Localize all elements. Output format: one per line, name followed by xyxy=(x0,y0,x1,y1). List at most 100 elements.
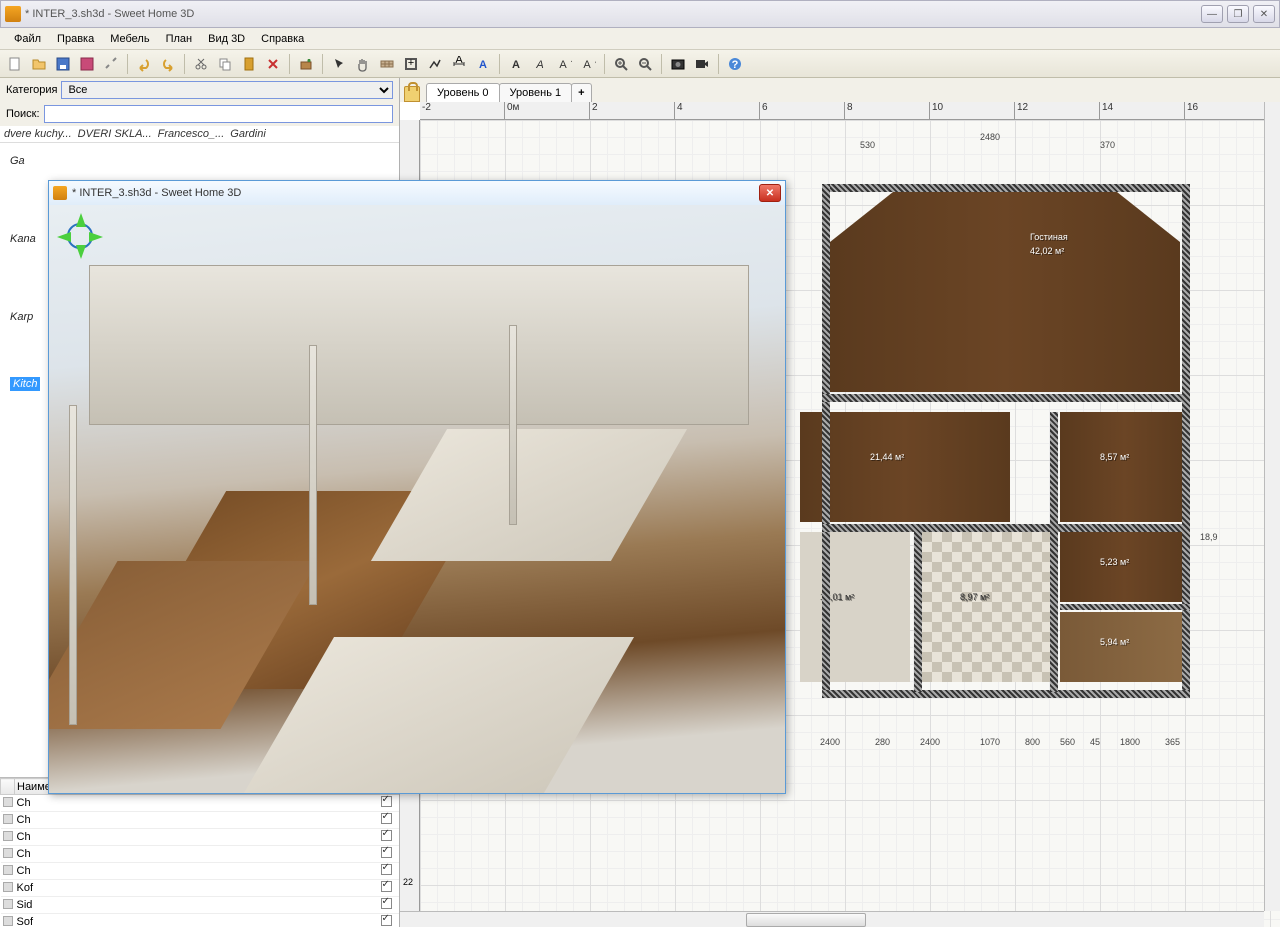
visibility-checkbox[interactable] xyxy=(381,813,392,824)
dimension-tool-icon[interactable]: A xyxy=(448,53,470,75)
room-area: 5,94 м² xyxy=(1100,637,1129,647)
scroll-thumb[interactable] xyxy=(746,913,866,927)
minimize-button[interactable]: — xyxy=(1201,5,1223,23)
video-icon[interactable] xyxy=(691,53,713,75)
room[interactable] xyxy=(1060,412,1190,522)
maximize-button[interactable]: ❐ xyxy=(1227,5,1249,23)
open-file-icon[interactable] xyxy=(28,53,50,75)
tab-level-0[interactable]: Уровень 0 xyxy=(426,83,500,102)
preferences-icon[interactable] xyxy=(100,53,122,75)
delete-icon[interactable] xyxy=(262,53,284,75)
catalog-breadcrumb: dvere kuchy... DVERI SKLA... Francesco_.… xyxy=(0,126,399,143)
room[interactable] xyxy=(1060,532,1190,602)
floor-plan[interactable]: 530 2480 370 Гостиная 42,02 м² 21,44 м² … xyxy=(800,132,1210,762)
level-tabs: Уровень 0 Уровень 1 + xyxy=(400,78,1280,102)
wall-tool-icon[interactable] xyxy=(376,53,398,75)
svg-text:▲: ▲ xyxy=(569,56,572,65)
scrollbar-horizontal[interactable] xyxy=(400,911,1264,927)
visibility-checkbox[interactable] xyxy=(381,898,392,909)
save-icon[interactable] xyxy=(52,53,74,75)
view-3d-canvas[interactable] xyxy=(49,205,785,793)
catalog-tab[interactable]: Francesco_... xyxy=(158,128,225,140)
select-tool-icon[interactable] xyxy=(328,53,350,75)
table-row[interactable]: Ch xyxy=(1,863,399,880)
toolbar: + A A A A A▲ A▼ ? xyxy=(0,50,1280,78)
room[interactable] xyxy=(800,412,1010,522)
room[interactable] xyxy=(922,532,1052,682)
room-living[interactable] xyxy=(830,192,1180,392)
tab-add-level[interactable]: + xyxy=(571,83,591,102)
window-title: * INTER_3.sh3d - Sweet Home 3D xyxy=(25,8,1201,20)
tab-level-1[interactable]: Уровень 1 xyxy=(499,83,573,102)
menu-furniture[interactable]: Мебель xyxy=(102,30,157,48)
table-row[interactable]: Ch xyxy=(1,812,399,829)
furniture-table[interactable]: Наимен ChChChChChKofSidSofUniVanbedCaGar… xyxy=(0,777,399,927)
dimension: 45 xyxy=(1090,737,1100,747)
polyline-tool-icon[interactable] xyxy=(424,53,446,75)
scrollbar-vertical[interactable] xyxy=(1264,102,1280,911)
menu-edit[interactable]: Правка xyxy=(49,30,102,48)
menu-plan[interactable]: План xyxy=(158,30,201,48)
copy-icon[interactable] xyxy=(214,53,236,75)
search-input[interactable] xyxy=(44,105,393,123)
room-area: 21,44 м² xyxy=(870,452,904,462)
room-tool-icon[interactable]: + xyxy=(400,53,422,75)
svg-text:?: ? xyxy=(732,59,739,71)
undo-icon[interactable] xyxy=(133,53,155,75)
room[interactable] xyxy=(800,532,910,682)
table-row[interactable]: Ch xyxy=(1,829,399,846)
catalog-item[interactable]: Ga xyxy=(10,155,393,167)
text-smaller-icon[interactable]: A▼ xyxy=(577,53,599,75)
pan-tool-icon[interactable] xyxy=(352,53,374,75)
lock-icon[interactable] xyxy=(404,86,420,102)
catalog-item-selected[interactable]: Kitch xyxy=(10,377,40,391)
help-icon[interactable]: ? xyxy=(724,53,746,75)
catalog-tab[interactable]: DVERI SKLA... xyxy=(78,128,152,140)
compass-north-icon[interactable] xyxy=(76,213,86,227)
menu-help[interactable]: Справка xyxy=(253,30,312,48)
table-row[interactable]: Kof xyxy=(1,880,399,897)
table-row[interactable]: Sof xyxy=(1,914,399,927)
paste-icon[interactable] xyxy=(238,53,260,75)
compass-east-icon[interactable] xyxy=(89,232,103,242)
catalog-tab[interactable]: dvere kuchy... xyxy=(4,128,72,140)
text-italic-icon[interactable]: A xyxy=(529,53,551,75)
view-3d-window[interactable]: * INTER_3.sh3d - Sweet Home 3D ✕ xyxy=(48,180,786,794)
dimension: 2400 xyxy=(920,737,940,747)
ruler-tick: -2 xyxy=(420,102,505,119)
text-tool-icon[interactable]: A xyxy=(472,53,494,75)
view-3d-close-button[interactable]: ✕ xyxy=(759,184,781,202)
visibility-checkbox[interactable] xyxy=(381,881,392,892)
view-3d-titlebar[interactable]: * INTER_3.sh3d - Sweet Home 3D ✕ xyxy=(49,181,785,205)
add-furniture-icon[interactable] xyxy=(295,53,317,75)
ruler-tick: 12 xyxy=(1015,102,1100,119)
compass-south-icon[interactable] xyxy=(76,245,86,259)
ruler-tick: 0м xyxy=(505,102,590,119)
close-button[interactable]: ✕ xyxy=(1253,5,1275,23)
visibility-checkbox[interactable] xyxy=(381,830,392,841)
photo-icon[interactable] xyxy=(667,53,689,75)
table-row[interactable]: Ch xyxy=(1,846,399,863)
menu-file[interactable]: Файл xyxy=(6,30,49,48)
menu-3dview[interactable]: Вид 3D xyxy=(200,30,253,48)
table-row[interactable]: Sid xyxy=(1,897,399,914)
cut-icon[interactable] xyxy=(190,53,212,75)
room[interactable] xyxy=(1060,612,1190,682)
navigation-compass[interactable] xyxy=(55,211,105,261)
redo-icon[interactable] xyxy=(157,53,179,75)
category-select[interactable]: Все xyxy=(61,81,393,99)
visibility-checkbox[interactable] xyxy=(381,796,392,807)
text-bold-icon[interactable]: A xyxy=(505,53,527,75)
svg-text:A: A xyxy=(583,59,591,71)
zoom-out-icon[interactable] xyxy=(634,53,656,75)
zoom-in-icon[interactable] xyxy=(610,53,632,75)
catalog-tab[interactable]: Gardini xyxy=(230,128,265,140)
table-row[interactable]: Ch xyxy=(1,795,399,812)
save-pack-icon[interactable] xyxy=(76,53,98,75)
visibility-checkbox[interactable] xyxy=(381,915,392,926)
new-file-icon[interactable] xyxy=(4,53,26,75)
visibility-checkbox[interactable] xyxy=(381,847,392,858)
compass-west-icon[interactable] xyxy=(57,232,71,242)
visibility-checkbox[interactable] xyxy=(381,864,392,875)
text-bigger-icon[interactable]: A▲ xyxy=(553,53,575,75)
